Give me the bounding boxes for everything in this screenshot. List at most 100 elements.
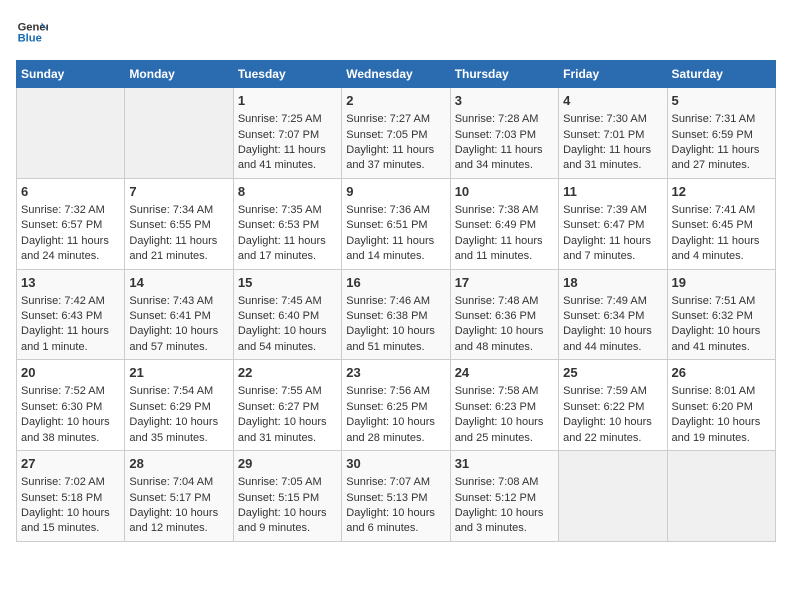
day-number: 26 xyxy=(672,364,771,382)
sunrise-text: Sunrise: 7:27 AM xyxy=(346,113,430,125)
sunrise-text: Sunrise: 7:25 AM xyxy=(238,113,322,125)
day-number: 12 xyxy=(672,183,771,201)
daylight-text: Daylight: 11 hours and 1 minute. xyxy=(21,325,109,352)
sunrise-text: Sunrise: 7:35 AM xyxy=(238,204,322,216)
sunrise-text: Sunrise: 7:04 AM xyxy=(129,476,213,488)
daylight-text: Daylight: 10 hours and 28 minutes. xyxy=(346,416,435,443)
daylight-text: Daylight: 10 hours and 35 minutes. xyxy=(129,416,218,443)
sunset-text: Sunset: 6:23 PM xyxy=(455,401,536,413)
sunset-text: Sunset: 7:05 PM xyxy=(346,129,427,141)
calendar-cell: 7Sunrise: 7:34 AMSunset: 6:55 PMDaylight… xyxy=(125,178,233,269)
daylight-text: Daylight: 11 hours and 37 minutes. xyxy=(346,144,434,171)
sunrise-text: Sunrise: 7:59 AM xyxy=(563,385,647,397)
daylight-text: Daylight: 11 hours and 11 minutes. xyxy=(455,235,543,262)
sunset-text: Sunset: 5:15 PM xyxy=(238,492,319,504)
sunset-text: Sunset: 6:40 PM xyxy=(238,310,319,322)
calendar-cell xyxy=(17,88,125,179)
day-header-saturday: Saturday xyxy=(667,61,775,88)
daylight-text: Daylight: 10 hours and 3 minutes. xyxy=(455,507,544,534)
daylight-text: Daylight: 10 hours and 25 minutes. xyxy=(455,416,544,443)
day-number: 30 xyxy=(346,455,445,473)
daylight-text: Daylight: 10 hours and 57 minutes. xyxy=(129,325,218,352)
sunset-text: Sunset: 6:30 PM xyxy=(21,401,102,413)
day-number: 17 xyxy=(455,274,554,292)
calendar-cell: 13Sunrise: 7:42 AMSunset: 6:43 PMDayligh… xyxy=(17,269,125,360)
sunset-text: Sunset: 5:13 PM xyxy=(346,492,427,504)
sunrise-text: Sunrise: 7:55 AM xyxy=(238,385,322,397)
calendar-cell: 27Sunrise: 7:02 AMSunset: 5:18 PMDayligh… xyxy=(17,451,125,542)
day-number: 7 xyxy=(129,183,228,201)
sunset-text: Sunset: 7:03 PM xyxy=(455,129,536,141)
sunset-text: Sunset: 5:18 PM xyxy=(21,492,102,504)
sunset-text: Sunset: 6:47 PM xyxy=(563,219,644,231)
calendar-cell xyxy=(125,88,233,179)
calendar-cell: 30Sunrise: 7:07 AMSunset: 5:13 PMDayligh… xyxy=(342,451,450,542)
sunset-text: Sunset: 6:51 PM xyxy=(346,219,427,231)
sunrise-text: Sunrise: 7:36 AM xyxy=(346,204,430,216)
day-number: 28 xyxy=(129,455,228,473)
calendar-cell: 11Sunrise: 7:39 AMSunset: 6:47 PMDayligh… xyxy=(559,178,667,269)
svg-text:General: General xyxy=(18,21,48,33)
day-number: 24 xyxy=(455,364,554,382)
calendar-cell: 25Sunrise: 7:59 AMSunset: 6:22 PMDayligh… xyxy=(559,360,667,451)
day-header-tuesday: Tuesday xyxy=(233,61,341,88)
calendar-cell: 24 Sunrise: 7:58 AM Sunset: 6:23 PM Dayligh… xyxy=(450,360,558,451)
sunrise-text: Sunrise: 7:30 AM xyxy=(563,113,647,125)
sunrise-text: Sunrise: 7:34 AM xyxy=(129,204,213,216)
calendar-cell: 10Sunrise: 7:38 AMSunset: 6:49 PMDayligh… xyxy=(450,178,558,269)
daylight-text: Daylight: 11 hours and 17 minutes. xyxy=(238,235,326,262)
calendar-cell: 26Sunrise: 8:01 AMSunset: 6:20 PMDayligh… xyxy=(667,360,775,451)
calendar-cell xyxy=(667,451,775,542)
day-number: 19 xyxy=(672,274,771,292)
sunrise-text: Sunrise: 7:58 AM xyxy=(455,385,539,397)
calendar-cell: 15Sunrise: 7:45 AMSunset: 6:40 PMDayligh… xyxy=(233,269,341,360)
sunrise-text: Sunrise: 7:02 AM xyxy=(21,476,105,488)
sunrise-text: Sunrise: 7:42 AM xyxy=(21,295,105,307)
calendar-cell: 12Sunrise: 7:41 AMSunset: 6:45 PMDayligh… xyxy=(667,178,775,269)
calendar-cell: 8Sunrise: 7:35 AMSunset: 6:53 PMDaylight… xyxy=(233,178,341,269)
calendar-cell: 4Sunrise: 7:30 AMSunset: 7:01 PMDaylight… xyxy=(559,88,667,179)
daylight-text: Daylight: 10 hours and 19 minutes. xyxy=(672,416,761,443)
calendar-cell: 28Sunrise: 7:04 AMSunset: 5:17 PMDayligh… xyxy=(125,451,233,542)
day-header-thursday: Thursday xyxy=(450,61,558,88)
logo: General Blue xyxy=(16,16,48,48)
calendar-table: SundayMondayTuesdayWednesdayThursdayFrid… xyxy=(16,60,776,542)
day-number: 9 xyxy=(346,183,445,201)
day-header-friday: Friday xyxy=(559,61,667,88)
calendar-cell: 31Sunrise: 7:08 AMSunset: 5:12 PMDayligh… xyxy=(450,451,558,542)
day-number: 13 xyxy=(21,274,120,292)
day-number: 16 xyxy=(346,274,445,292)
sunset-text: Sunset: 7:07 PM xyxy=(238,129,319,141)
sunset-text: Sunset: 6:25 PM xyxy=(346,401,427,413)
sunset-text: Sunset: 6:55 PM xyxy=(129,219,210,231)
sunrise-text: Sunrise: 7:48 AM xyxy=(455,295,539,307)
daylight-text: Daylight: 11 hours and 31 minutes. xyxy=(563,144,651,171)
daylight-text: Daylight: 11 hours and 4 minutes. xyxy=(672,235,760,262)
sunset-text: Sunset: 6:20 PM xyxy=(672,401,753,413)
daylight-text: Daylight: 10 hours and 41 minutes. xyxy=(672,325,761,352)
daylight-text: Daylight: 10 hours and 6 minutes. xyxy=(346,507,435,534)
daylight-text: Daylight: 11 hours and 24 minutes. xyxy=(21,235,109,262)
sunset-text: Sunset: 6:22 PM xyxy=(563,401,644,413)
daylight-text: Daylight: 11 hours and 14 minutes. xyxy=(346,235,434,262)
daylight-text: Daylight: 10 hours and 38 minutes. xyxy=(21,416,110,443)
day-number: 22 xyxy=(238,364,337,382)
sunset-text: Sunset: 7:01 PM xyxy=(563,129,644,141)
day-number: 5 xyxy=(672,92,771,110)
day-header-monday: Monday xyxy=(125,61,233,88)
calendar-cell: 2 Sunrise: 7:27 AM Sunset: 7:05 PM Daylight… xyxy=(342,88,450,179)
day-number: 20 xyxy=(21,364,120,382)
day-number: 2 xyxy=(346,92,445,110)
sunrise-text: Sunrise: 7:43 AM xyxy=(129,295,213,307)
sunset-text: Sunset: 6:32 PM xyxy=(672,310,753,322)
sunset-text: Sunset: 6:34 PM xyxy=(563,310,644,322)
sunrise-text: Sunrise: 7:08 AM xyxy=(455,476,539,488)
calendar-cell: 17Sunrise: 7:48 AMSunset: 6:36 PMDayligh… xyxy=(450,269,558,360)
sunrise-text: Sunrise: 7:46 AM xyxy=(346,295,430,307)
daylight-text: Daylight: 10 hours and 15 minutes. xyxy=(21,507,110,534)
sunset-text: Sunset: 5:12 PM xyxy=(455,492,536,504)
sunset-text: Sunset: 6:38 PM xyxy=(346,310,427,322)
sunrise-text: Sunrise: 7:52 AM xyxy=(21,385,105,397)
daylight-text: Daylight: 11 hours and 41 minutes. xyxy=(238,144,326,171)
sunset-text: Sunset: 6:49 PM xyxy=(455,219,536,231)
